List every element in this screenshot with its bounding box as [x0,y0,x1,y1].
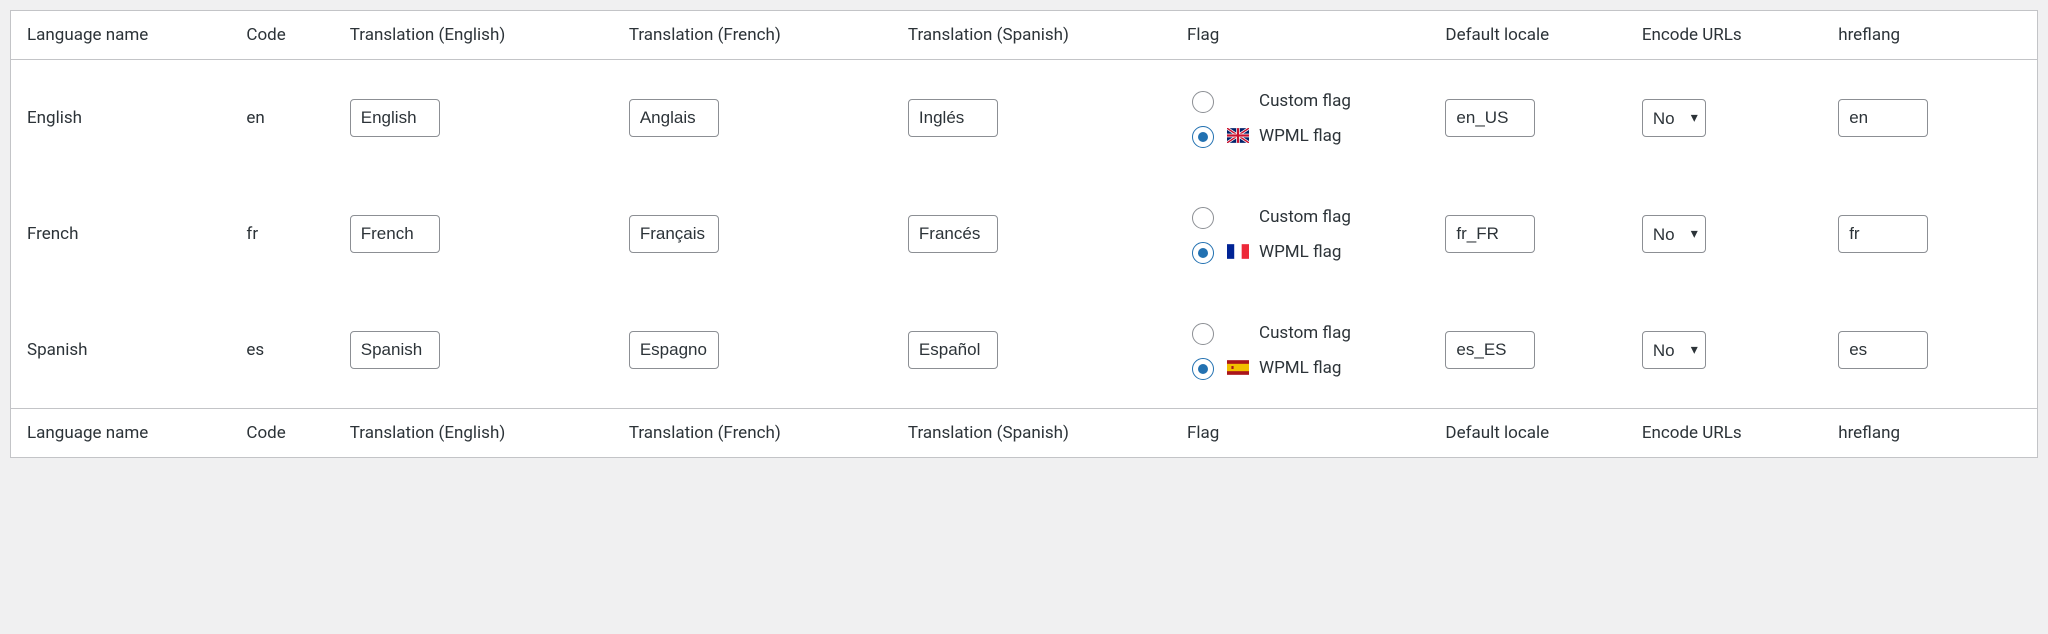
flag-blank-icon [1227,325,1249,340]
col-trans-es: Translation (Spanish) [900,409,1179,458]
table-row: SpanishesCustom flagWPML flagNo▾ [11,292,2037,409]
flag-fr-icon [1227,244,1249,259]
hreflang-input[interactable] [1838,331,1928,369]
col-name: Language name [11,11,238,60]
flag-radio-custom[interactable] [1192,207,1214,229]
translation-en-input[interactable] [350,215,440,253]
col-locale: Default locale [1437,11,1633,60]
translation-fr-input[interactable] [629,99,719,137]
flag-label-custom: Custom flag [1259,323,1351,343]
col-encode: Encode URLs [1634,409,1830,458]
flag-radio-wpml[interactable] [1192,242,1214,264]
flag-gb-icon [1227,128,1249,143]
col-locale: Default locale [1437,409,1633,458]
flag-option-custom[interactable]: Custom flag [1187,204,1429,229]
table-row: FrenchfrCustom flagWPML flagNo▾ [11,176,2037,292]
locale-input[interactable] [1445,331,1535,369]
col-trans-fr: Translation (French) [621,409,900,458]
locale-input[interactable] [1445,215,1535,253]
translation-fr-input[interactable] [629,215,719,253]
cell-flag: Custom flag WPML flag [1179,60,1437,177]
flag-radio-custom[interactable] [1192,91,1214,113]
flag-blank-icon [1227,93,1249,108]
flag-blank-icon [1227,209,1249,224]
hreflang-input[interactable] [1838,99,1928,137]
cell-flag: Custom flag WPML flag [1179,292,1437,409]
flag-label-custom: Custom flag [1259,207,1351,227]
flag-radio-wpml[interactable] [1192,126,1214,148]
flag-label-wpml: WPML flag [1259,358,1341,378]
translation-es-input[interactable] [908,331,998,369]
cell-code: en [238,60,341,177]
col-encode: Encode URLs [1634,11,1830,60]
cell-name: French [11,176,238,292]
col-trans-fr: Translation (French) [621,11,900,60]
cell-code: fr [238,176,341,292]
encode-select[interactable]: No [1642,215,1706,253]
col-flag: Flag [1179,11,1437,60]
flag-label-wpml: WPML flag [1259,242,1341,262]
header-row: Language name Code Translation (English)… [11,11,2037,60]
translation-es-input[interactable] [908,215,998,253]
languages-table-container: Language name Code Translation (English)… [10,10,2038,458]
flag-es-icon [1227,360,1249,375]
flag-option-custom[interactable]: Custom flag [1187,88,1429,113]
col-code: Code [238,409,341,458]
flag-radio-wpml[interactable] [1192,358,1214,380]
col-code: Code [238,11,341,60]
encode-select[interactable]: No [1642,99,1706,137]
col-trans-es: Translation (Spanish) [900,11,1179,60]
flag-label-custom: Custom flag [1259,91,1351,111]
footer-row: Language name Code Translation (English)… [11,409,2037,458]
table-row: EnglishenCustom flagWPML flagNo▾ [11,60,2037,177]
hreflang-input[interactable] [1838,215,1928,253]
col-hreflang: hreflang [1830,409,2037,458]
translation-en-input[interactable] [350,99,440,137]
flag-option-wpml[interactable]: WPML flag [1187,239,1429,264]
col-trans-en: Translation (English) [342,11,621,60]
locale-input[interactable] [1445,99,1535,137]
flag-option-wpml[interactable]: WPML flag [1187,123,1429,148]
col-flag: Flag [1179,409,1437,458]
flag-option-wpml[interactable]: WPML flag [1187,355,1429,380]
flag-option-custom[interactable]: Custom flag [1187,320,1429,345]
col-name: Language name [11,409,238,458]
col-trans-en: Translation (English) [342,409,621,458]
cell-flag: Custom flag WPML flag [1179,176,1437,292]
languages-table: Language name Code Translation (English)… [11,11,2037,457]
translation-fr-input[interactable] [629,331,719,369]
cell-name: English [11,60,238,177]
flag-label-wpml: WPML flag [1259,126,1341,146]
cell-name: Spanish [11,292,238,409]
cell-code: es [238,292,341,409]
col-hreflang: hreflang [1830,11,2037,60]
flag-radio-custom[interactable] [1192,323,1214,345]
translation-en-input[interactable] [350,331,440,369]
translation-es-input[interactable] [908,99,998,137]
encode-select[interactable]: No [1642,331,1706,369]
